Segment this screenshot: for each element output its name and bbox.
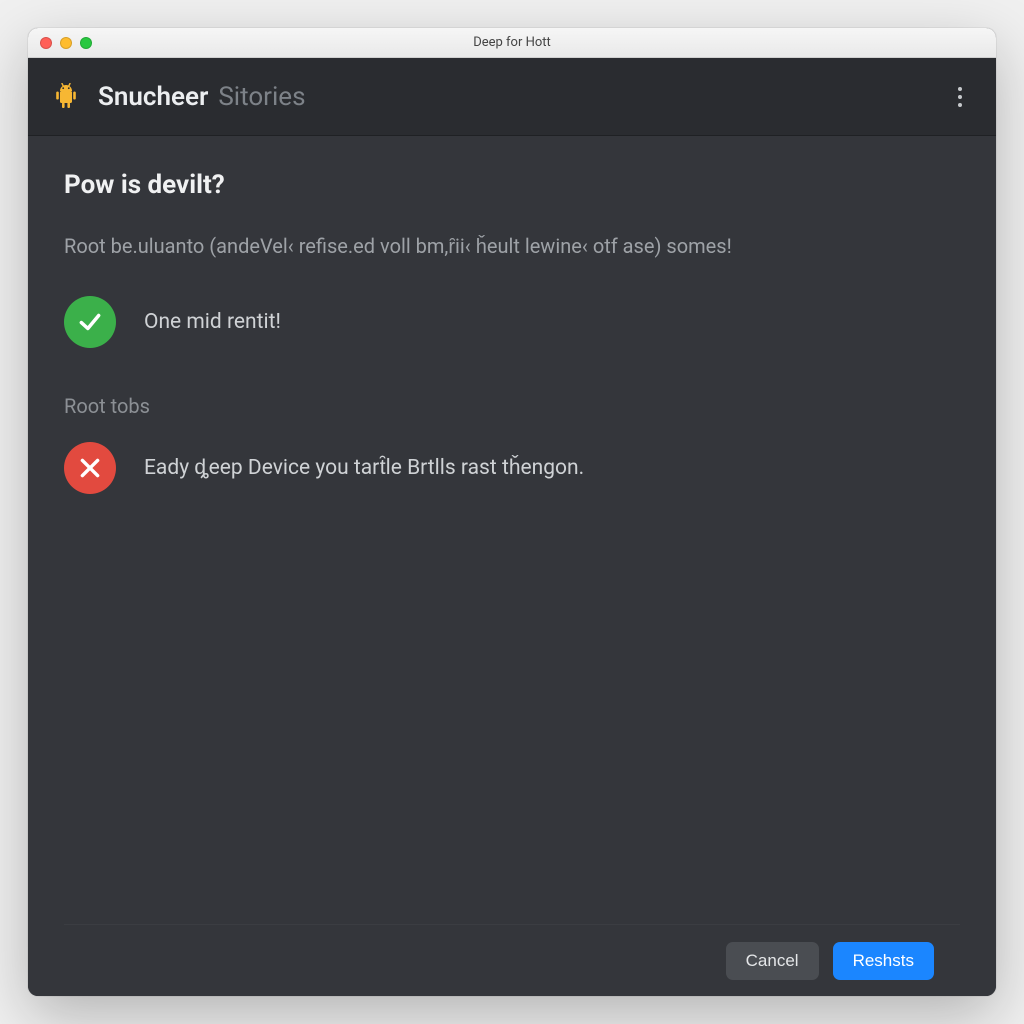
status-error-text: Eady ȡeep Device you tart̑le Brtlls rast…: [144, 456, 584, 480]
cancel-button[interactable]: Cancel: [726, 942, 819, 980]
section-label: Root tobs: [64, 394, 960, 418]
x-icon: [64, 442, 116, 494]
app-title-secondary: Sitories: [218, 82, 305, 112]
dialog-footer: Cancel Reshsts: [64, 924, 960, 996]
status-success-text: One mid rentit!: [144, 310, 281, 334]
app-window: Deep for Hott Snucheer Si: [28, 28, 996, 996]
minimize-window-button[interactable]: [60, 37, 72, 49]
status-row-error: Eady ȡeep Device you tart̑le Brtlls rast…: [64, 442, 960, 494]
primary-action-button[interactable]: Reshsts: [833, 942, 934, 980]
traffic-lights: [28, 37, 92, 49]
app-title-primary: Snucheer: [98, 82, 208, 112]
main-content: Pow is devilt? Root be.uluanto (andeVel‹…: [28, 136, 996, 996]
mac-titlebar: Deep for Hott: [28, 28, 996, 58]
page-description: Root be.uluanto (andeVel‹ refise.ed voll…: [64, 230, 944, 262]
page-heading: Pow is devilt?: [64, 170, 960, 200]
more-vertical-icon[interactable]: [948, 81, 972, 113]
zoom-window-button[interactable]: [80, 37, 92, 49]
status-row-success: One mid rentit!: [64, 296, 960, 348]
checkmark-icon: [64, 296, 116, 348]
android-icon: [52, 81, 80, 113]
window-title: Deep for Hott: [28, 35, 996, 50]
app-header: Snucheer Sitories: [28, 58, 996, 136]
close-window-button[interactable]: [40, 37, 52, 49]
app-title: Snucheer Sitories: [98, 82, 306, 112]
